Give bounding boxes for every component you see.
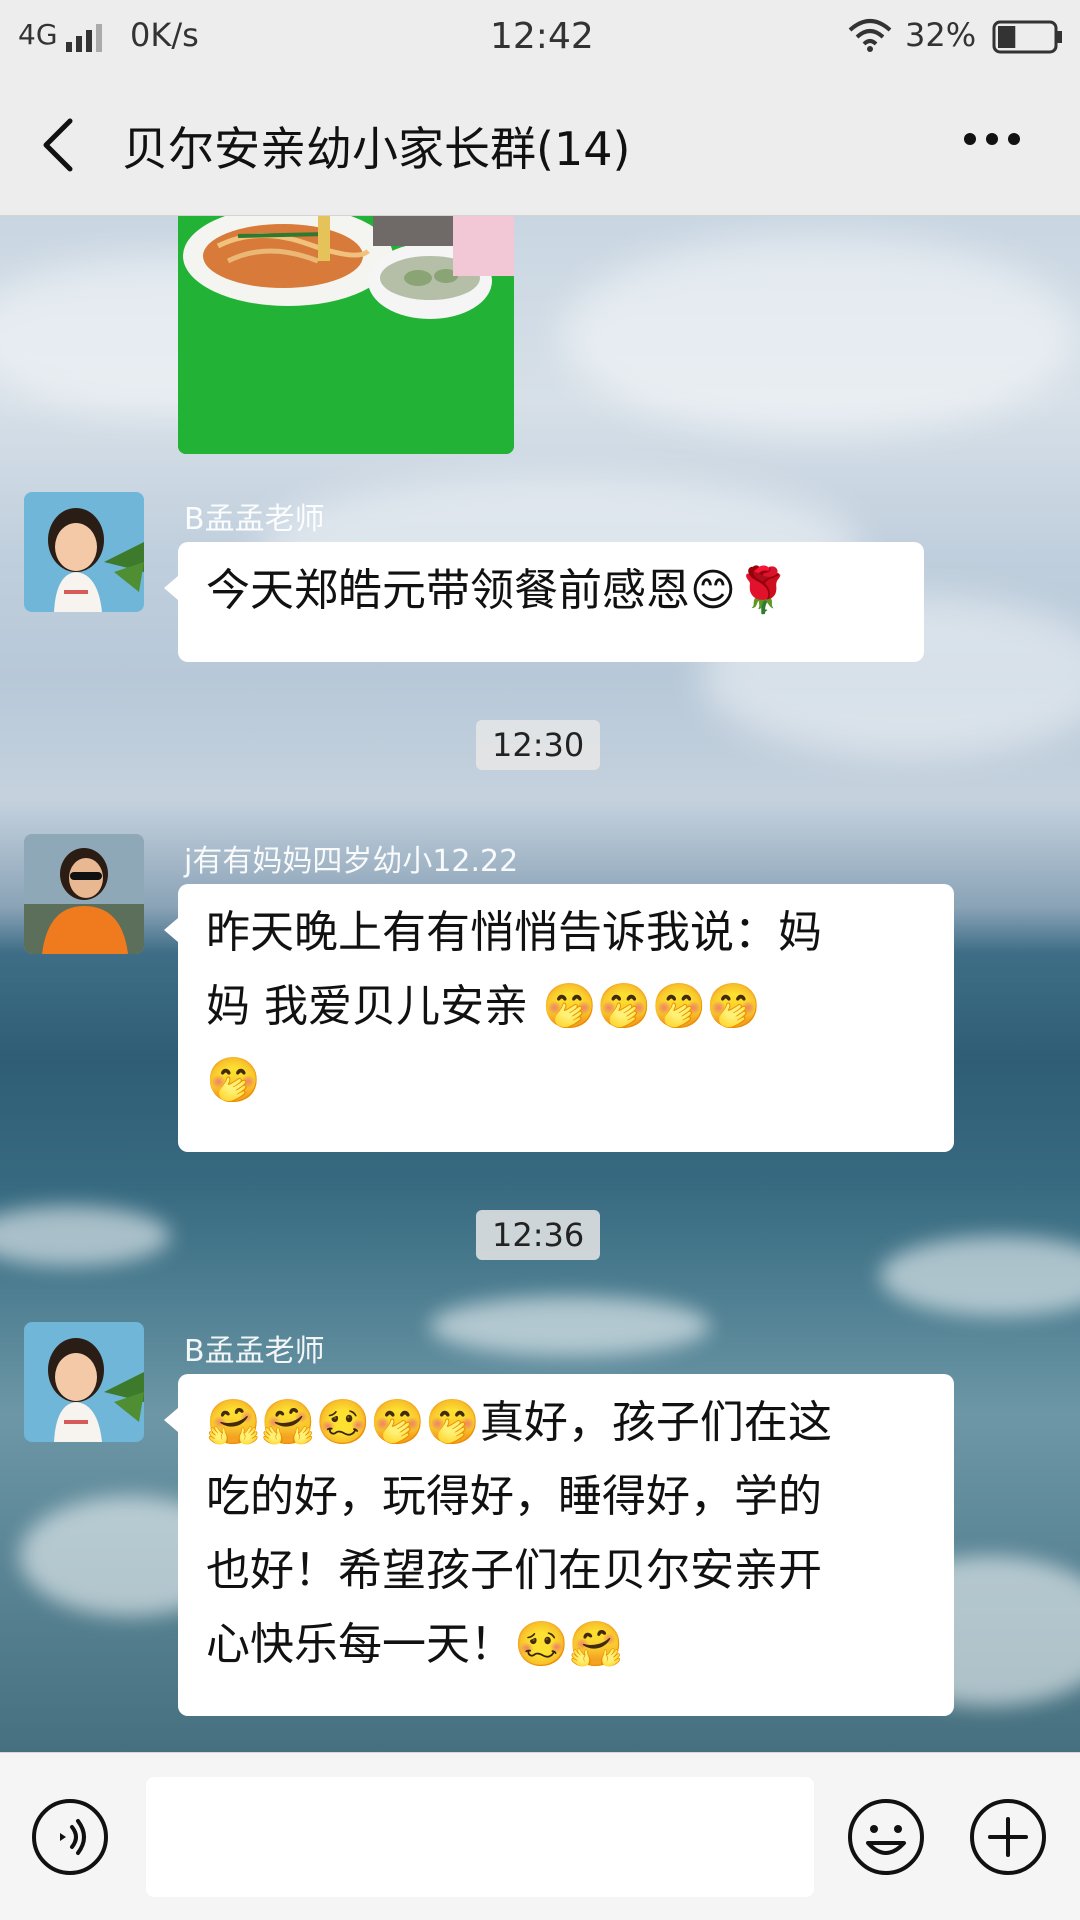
message-input[interactable]	[146, 1777, 814, 1897]
avatar-mother-photo	[24, 834, 144, 954]
food-photo-illustration	[178, 216, 514, 454]
background-wave-foam	[0, 1206, 170, 1266]
message-text: 也好！希望孩子们在贝尔安亲开	[206, 1545, 822, 1596]
message-bubble[interactable]: 🤗🤗🥴🤭🤭真好，孩子们在这 吃的好，玩得好，睡得好，学的 也好！希望孩子们在贝尔…	[164, 1374, 954, 1716]
message-timestamp: 12:30	[476, 720, 601, 770]
image-message-food-photo[interactable]	[178, 216, 514, 454]
chat-title: 贝尔安亲幼小家长群(14)	[122, 122, 631, 176]
message-bubble[interactable]: 昨天晚上有有悄悄告诉我说：妈 妈 我爱贝儿安亲 🤭🤭🤭🤭 🤭	[164, 884, 954, 1152]
battery-icon	[992, 20, 1062, 54]
avatar[interactable]	[24, 834, 144, 954]
chat-messages-area[interactable]: B孟孟老师 今天郑皓元带领餐前感恩😊🌹 12:30 j有有妈妈四岁幼小12.22…	[0, 216, 1080, 1752]
avatar[interactable]	[24, 1322, 144, 1442]
message-timestamp: 12:36	[476, 1210, 601, 1260]
status-time: 12:42	[490, 16, 594, 57]
sender-name: B孟孟老师	[184, 502, 325, 537]
message-text: 心快乐每一天！🥴🤗	[206, 1619, 624, 1670]
wechat-group-chat-screen: 4G 0K/s 12:42 32% 贝尔安亲幼小家长群(14) B孟孟老师 今天…	[0, 0, 1080, 1920]
chat-header: 贝尔安亲幼小家长群(14)	[0, 75, 1080, 216]
message-text: 🤗🤗🥴🤭🤭真好，孩子们在这	[206, 1397, 832, 1448]
more-icon[interactable]	[962, 131, 1022, 147]
background-cloud	[560, 236, 1080, 436]
message-text: 妈 我爱贝儿安亲 🤭🤭🤭🤭	[206, 981, 762, 1032]
message-text: 昨天晚上有有悄悄告诉我说：妈	[206, 907, 822, 958]
avatar-child-photo	[24, 492, 144, 612]
voice-icon[interactable]	[30, 1797, 110, 1877]
message-text: 吃的好，玩得好，睡得好，学的	[206, 1471, 822, 1522]
avatar-child-photo	[24, 1322, 144, 1442]
message-text: 🤭	[206, 1055, 261, 1106]
status-bar: 4G 0K/s 12:42 32%	[0, 0, 1080, 75]
avatar[interactable]	[24, 492, 144, 612]
sender-name: B孟孟老师	[184, 1334, 325, 1369]
back-arrow-icon[interactable]	[38, 117, 78, 173]
network-type: 4G	[18, 18, 58, 51]
battery-percent: 32%	[905, 16, 977, 54]
background-wave-foam	[430, 1296, 710, 1356]
message-text: 今天郑皓元带领餐前感恩😊🌹	[206, 565, 791, 616]
network-speed: 0K/s	[130, 16, 199, 54]
emoji-icon[interactable]	[846, 1797, 926, 1877]
message-bubble[interactable]: 今天郑皓元带领餐前感恩😊🌹	[164, 542, 924, 662]
sender-name: j有有妈妈四岁幼小12.22	[184, 844, 519, 879]
background-wave-foam	[880, 1236, 1080, 1316]
wifi-icon	[848, 19, 892, 52]
signal-icon	[66, 24, 102, 52]
chat-input-bar	[0, 1752, 1080, 1920]
plus-icon[interactable]	[968, 1797, 1048, 1877]
